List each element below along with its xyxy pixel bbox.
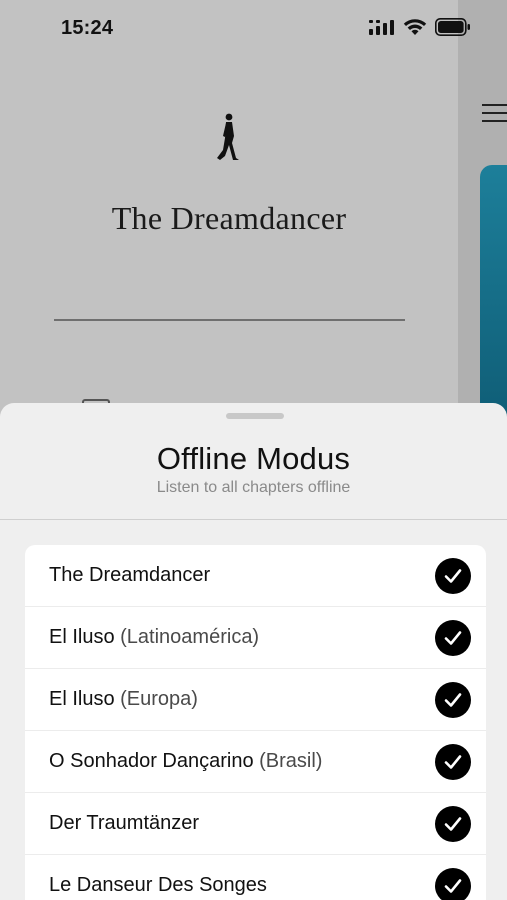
checkmark-icon[interactable] — [435, 682, 471, 718]
item-name: The Dreamdancer — [49, 564, 211, 586]
checkmark-icon[interactable] — [435, 620, 471, 656]
list-item[interactable]: O Sonhador Dançarino (Brasil) — [25, 731, 486, 793]
item-region: (Europa) — [114, 688, 198, 710]
item-label: El Iluso (Latinoamérica) — [49, 607, 259, 668]
item-label: The Dreamdancer — [49, 545, 210, 606]
battery-icon — [435, 17, 471, 41]
list-item[interactable]: El Iluso (Latinoamérica) — [25, 607, 486, 669]
list-item[interactable]: The Dreamdancer — [25, 545, 486, 607]
checkmark-icon[interactable] — [435, 558, 471, 594]
sheet-title: Offline Modus — [156, 441, 351, 476]
cellular-signal-icon — [369, 19, 395, 40]
sheet-divider — [0, 519, 507, 520]
book-title: The Dreamdancer — [111, 200, 347, 236]
item-name: Le Danseur Des Songes — [49, 874, 267, 896]
title-divider — [54, 319, 405, 321]
list-item[interactable]: Le Danseur Des Songes — [25, 855, 486, 900]
sheet-grabber[interactable] — [226, 413, 284, 419]
checkmark-icon[interactable] — [435, 744, 471, 780]
walking-man-icon — [212, 112, 244, 164]
item-label: Le Danseur Des Songes — [49, 855, 267, 900]
item-name: El Iluso — [49, 626, 115, 648]
item-name: El Iluso — [49, 688, 115, 710]
list-item[interactable]: Der Traumtänzer — [25, 793, 486, 855]
item-name: O Sonhador Dançarino — [49, 750, 254, 772]
checkmark-icon[interactable] — [435, 868, 471, 900]
item-label: Der Traumtänzer — [49, 793, 199, 854]
hamburger-menu-icon[interactable] — [482, 102, 507, 122]
sheet-subtitle: Listen to all chapters offline — [156, 479, 351, 496]
item-region: (Latinoamérica) — [114, 626, 260, 648]
status-icons — [369, 17, 471, 41]
item-label: El Iluso (Europa) — [49, 669, 198, 730]
status-time: 15:24 — [61, 17, 114, 39]
wifi-icon — [403, 18, 427, 41]
offline-mode-sheet: Offline Modus Listen to all chapters off… — [0, 403, 507, 900]
language-list: The Dreamdancer El Iluso (Latinoamérica)… — [25, 545, 486, 900]
item-name: Der Traumtänzer — [49, 812, 200, 834]
status-bar: 15:24 — [0, 0, 507, 58]
item-label: O Sonhador Dançarino (Brasil) — [49, 731, 322, 792]
checkmark-icon[interactable] — [435, 806, 471, 842]
list-item[interactable]: El Iluso (Europa) — [25, 669, 486, 731]
teal-cover-card — [480, 165, 507, 425]
item-region: (Brasil) — [253, 750, 323, 772]
